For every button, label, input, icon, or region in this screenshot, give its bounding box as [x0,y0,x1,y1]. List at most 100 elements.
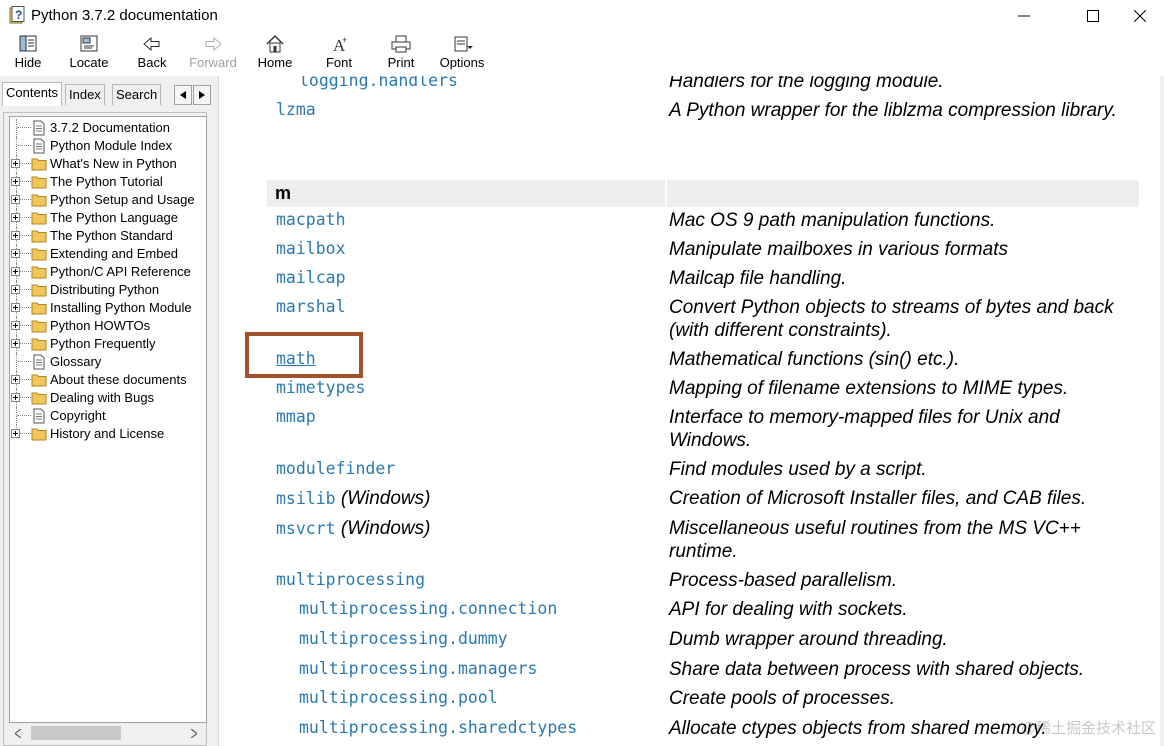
expand-icon[interactable] [11,429,20,438]
tab-index[interactable]: Index [65,84,105,105]
module-name[interactable]: logging.handlers [299,76,458,90]
tab-scroll-right-button[interactable] [193,85,211,105]
tab-contents[interactable]: Contents [2,82,63,106]
module-platform: (Windows) [340,488,431,509]
tree-item[interactable]: Python HOWTOs [10,317,206,335]
module-name[interactable]: mailbox [276,239,346,258]
tree-item[interactable]: Python Setup and Usage [10,191,206,209]
expand-icon[interactable] [11,249,20,258]
hide-button[interactable]: Hide [10,34,46,76]
expand-icon[interactable] [11,303,20,312]
tree-item-label: The Python Standard [50,228,173,243]
module-name[interactable]: lzma [276,100,316,119]
tree-item[interactable]: Distributing Python [10,281,206,299]
module-name[interactable]: mailcap [276,268,346,287]
module-link-multiprocessing-managers[interactable]: multiprocessing.managers [299,659,537,678]
back-button[interactable]: Back [133,34,171,76]
module-link-marshal[interactable]: marshal [276,297,346,316]
module-name[interactable]: marshal [276,297,346,316]
tree-item[interactable]: History and License [10,425,206,443]
module-link-lzma[interactable]: lzma [276,100,316,119]
horizontal-scrollbar[interactable] [9,724,205,742]
module-link-mailcap[interactable]: mailcap [276,268,346,287]
expand-icon[interactable] [11,393,20,402]
page-icon [33,120,45,136]
module-link-modulefinder[interactable]: modulefinder [276,459,395,478]
module-name[interactable]: multiprocessing.pool [299,688,498,707]
tree-item[interactable]: About these documents [10,371,206,389]
module-description: A Python wrapper for the liblzma compres… [669,100,1117,121]
home-button[interactable]: Home [255,34,295,76]
module-link-logging-handlers[interactable]: logging.handlers [299,76,458,90]
module-link-math[interactable]: math [276,349,316,368]
tree-item[interactable]: Glossary [10,353,206,371]
module-name[interactable]: multiprocessing.connection [299,599,557,618]
folder-icon [31,320,47,333]
tree-item[interactable]: What's New in Python [10,155,206,173]
module-name[interactable]: macpath [276,210,346,229]
module-description: Dumb wrapper around threading. [669,629,948,650]
tree-item[interactable]: Python Module Index [10,137,206,155]
module-link-multiprocessing[interactable]: multiprocessing [276,570,425,589]
module-name[interactable]: msilib [276,489,336,508]
locate-button[interactable]: Locate [66,34,112,76]
module-link-multiprocessing-connection[interactable]: multiprocessing.connection [299,599,557,618]
tree-item[interactable]: Copyright [10,407,206,425]
tree-item[interactable]: Extending and Embed [10,245,206,263]
module-link-multiprocessing-sharedctypes[interactable]: multiprocessing.sharedctypes [299,718,577,737]
module-name[interactable]: multiprocessing.sharedctypes [299,718,577,737]
module-name[interactable]: modulefinder [276,459,395,478]
expand-icon[interactable] [11,195,20,204]
expand-icon[interactable] [11,231,20,240]
tree-item[interactable]: Installing Python Module [10,299,206,317]
module-link-msilib[interactable]: msilib (Windows) [276,488,430,510]
tree-item[interactable]: Python Frequently [10,335,206,353]
expand-icon[interactable] [11,339,20,348]
tree-item[interactable]: The Python Language [10,209,206,227]
module-name[interactable]: multiprocessing [276,570,425,589]
module-link-multiprocessing-dummy[interactable]: multiprocessing.dummy [299,629,508,648]
expand-icon[interactable] [11,177,20,186]
expand-icon[interactable] [11,321,20,330]
module-name[interactable]: multiprocessing.dummy [299,629,508,648]
expand-icon[interactable] [11,213,20,222]
print-button[interactable]: Print [384,34,418,76]
tree-item[interactable]: The Python Tutorial [10,173,206,191]
scrollbar-thumb[interactable] [31,726,121,740]
font-button[interactable]: A + Font [322,34,356,76]
forward-button[interactable]: Forward [186,34,240,76]
page-icon [33,408,45,424]
scroll-right-icon[interactable] [191,729,197,738]
tab-scroll-left-button[interactable] [174,85,192,105]
back-arrow-icon [143,36,160,52]
tree-item[interactable]: Python/C API Reference [10,263,206,281]
expand-icon[interactable] [11,267,20,276]
expand-icon[interactable] [11,285,20,294]
module-name[interactable]: mmap [276,407,316,426]
module-name[interactable]: mimetypes [276,378,365,397]
maximize-button[interactable] [1070,0,1116,32]
tree-item[interactable]: 3.7.2 Documentation [10,119,206,137]
vertical-scrollbar[interactable] [1160,76,1164,746]
options-button[interactable]: Options [437,34,487,76]
close-button[interactable] [1117,0,1163,32]
tree-item[interactable]: Dealing with Bugs [10,389,206,407]
module-link-msvcrt[interactable]: msvcrt (Windows) [276,518,430,540]
scroll-left-icon[interactable] [15,729,21,738]
module-link-macpath[interactable]: macpath [276,210,346,229]
module-link-mailbox[interactable]: mailbox [276,239,346,258]
module-name[interactable]: math [276,349,316,368]
module-link-mimetypes[interactable]: mimetypes [276,378,365,397]
expand-icon[interactable] [11,159,20,168]
contents-tree[interactable]: 3.7.2 Documentation Python Module Index Wh… [9,116,207,723]
module-link-mmap[interactable]: mmap [276,407,316,426]
font-icon: A+ [333,35,347,54]
module-link-multiprocessing-pool[interactable]: multiprocessing.pool [299,688,498,707]
tree-item-label: History and License [50,426,165,441]
tree-item[interactable]: The Python Standard [10,227,206,245]
expand-icon[interactable] [11,375,20,384]
minimize-button[interactable] [1001,0,1047,32]
module-name[interactable]: multiprocessing.managers [299,659,537,678]
module-name[interactable]: msvcrt [276,519,336,538]
tab-search[interactable]: Search [112,84,162,105]
